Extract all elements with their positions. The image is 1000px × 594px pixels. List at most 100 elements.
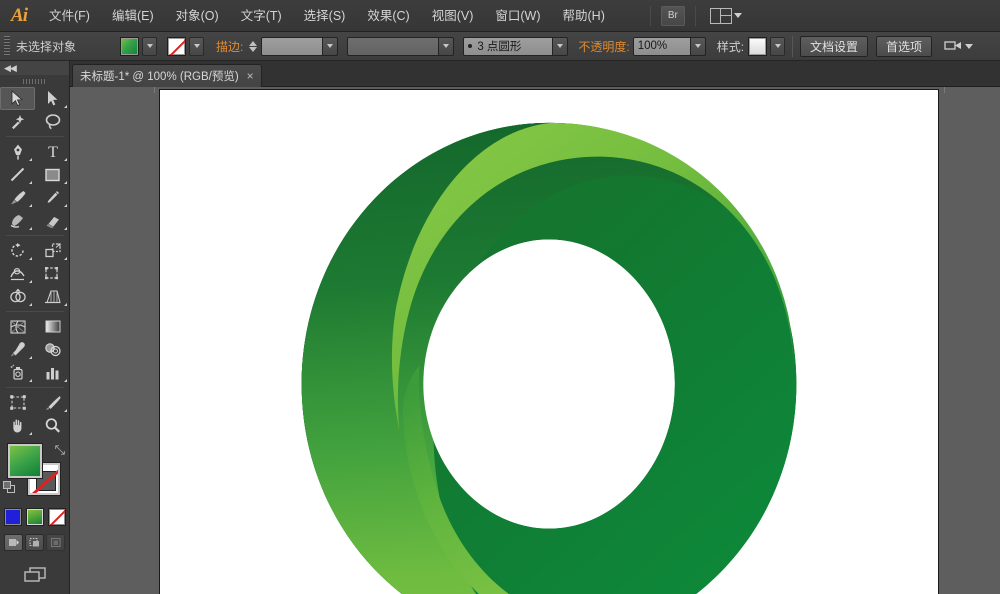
scale-tool[interactable]: [35, 239, 70, 262]
menu-select[interactable]: 选择(S): [293, 0, 357, 32]
draw-inside-button[interactable]: [46, 534, 65, 551]
symbol-sprayer-tool[interactable]: [0, 361, 35, 384]
illustrator-window: Ai 文件(F) 编辑(E) 对象(O) 文字(T) 选择(S) 效果(C) 视…: [0, 0, 1000, 594]
fill-control[interactable]: [120, 37, 157, 56]
stroke-dropdown-button[interactable]: [189, 37, 204, 56]
change-screen-mode-button[interactable]: [22, 565, 48, 590]
control-bar-grip[interactable]: [4, 36, 10, 56]
perspective-grid-tool[interactable]: [35, 285, 70, 308]
paintbrush-tool[interactable]: [0, 186, 35, 209]
brush-dot-icon: [468, 44, 472, 48]
double-chevron-left-icon[interactable]: ◀◀: [4, 63, 16, 74]
magic-wand-tool[interactable]: [0, 110, 35, 133]
selection-tool[interactable]: [0, 87, 35, 110]
brush-definition-combo[interactable]: 3 点圆形: [463, 37, 568, 56]
tools-panel-header[interactable]: ◀◀: [0, 61, 69, 75]
shape-builder-tool[interactable]: [0, 285, 35, 308]
stroke-weight-dropdown[interactable]: [323, 37, 338, 56]
slice-tool[interactable]: [35, 391, 70, 414]
pen-tool[interactable]: [0, 140, 35, 163]
opacity-dropdown[interactable]: [691, 37, 706, 56]
graphic-style-swatch[interactable]: [748, 37, 767, 56]
control-bar: 未选择对象 描边: 3 点圆形: [0, 32, 1000, 61]
hand-tool[interactable]: [0, 414, 35, 437]
artboard-tool[interactable]: [0, 391, 35, 414]
color-mode-buttons: [0, 508, 69, 526]
opacity-combo[interactable]: 100%: [633, 37, 706, 56]
opacity-label[interactable]: 不透明度:: [578, 38, 629, 55]
align-control[interactable]: [944, 39, 973, 53]
brush-definition-field[interactable]: 3 点圆形: [463, 37, 553, 56]
stroke-weight-stepper[interactable]: [249, 41, 257, 52]
direct-selection-tool[interactable]: [35, 87, 70, 110]
rectangle-tool[interactable]: [35, 163, 70, 186]
swap-fill-stroke-icon[interactable]: ⤡: [55, 442, 65, 458]
menu-divider: [650, 6, 651, 26]
default-fill-stroke-icon[interactable]: [3, 481, 16, 494]
green-ring-logo[interactable]: [160, 90, 938, 594]
none-mode-button[interactable]: [48, 508, 66, 526]
bridge-button[interactable]: Br: [661, 6, 685, 26]
align-chevron-down-icon: [965, 44, 973, 49]
arrange-documents-button[interactable]: [706, 8, 746, 24]
canvas-area[interactable]: [70, 87, 1000, 594]
line-segment-tool[interactable]: [0, 163, 35, 186]
arrange-documents-icon: [710, 8, 732, 24]
graphic-style-control[interactable]: [748, 37, 785, 56]
blend-tool[interactable]: [35, 338, 70, 361]
gradient-mode-button[interactable]: [26, 508, 44, 526]
zoom-tool[interactable]: [35, 414, 70, 437]
chevron-down-icon: [734, 13, 742, 18]
eyedropper-tool[interactable]: [0, 338, 35, 361]
fill-stroke-widget: ⤡: [0, 441, 69, 505]
draw-behind-button[interactable]: [25, 534, 44, 551]
menu-edit[interactable]: 编辑(E): [101, 0, 165, 32]
rotate-tool[interactable]: [0, 239, 35, 262]
artboard[interactable]: [159, 89, 939, 594]
width-tool[interactable]: [0, 262, 35, 285]
menu-window[interactable]: 窗口(W): [484, 0, 551, 32]
lasso-tool[interactable]: [35, 110, 70, 133]
type-tool[interactable]: T: [35, 140, 70, 163]
blob-brush-tool[interactable]: [0, 209, 35, 232]
fill-dropdown-button[interactable]: [142, 37, 157, 56]
tools-panel-grip[interactable]: [0, 75, 69, 87]
opacity-field[interactable]: 100%: [633, 37, 691, 56]
column-graph-tool[interactable]: [35, 361, 70, 384]
tool-grid: T: [0, 87, 69, 437]
fill-swatch[interactable]: [120, 37, 139, 56]
stroke-weight-label[interactable]: 描边:: [216, 38, 243, 55]
document-setup-button[interactable]: 文档设置: [800, 36, 868, 57]
stroke-profile-combo[interactable]: [347, 37, 454, 56]
menu-object[interactable]: 对象(O): [165, 0, 230, 32]
document-tab[interactable]: 未标题-1* @ 100% (RGB/预览) ×: [72, 64, 262, 87]
menu-view[interactable]: 视图(V): [421, 0, 485, 32]
tool-divider: [6, 136, 64, 137]
mesh-tool[interactable]: [0, 315, 35, 338]
free-transform-tool[interactable]: [35, 262, 70, 285]
fill-color-box[interactable]: [8, 444, 42, 478]
brush-definition-dropdown[interactable]: [553, 37, 568, 56]
stroke-swatch[interactable]: [167, 37, 186, 56]
close-icon[interactable]: ×: [247, 70, 254, 82]
pencil-tool[interactable]: [35, 186, 70, 209]
menu-type[interactable]: 文字(T): [230, 0, 293, 32]
draw-normal-button[interactable]: [4, 534, 23, 551]
stroke-control[interactable]: [167, 37, 204, 56]
screen-mode-icon: [22, 565, 48, 585]
stroke-weight-combo[interactable]: [261, 37, 338, 56]
menu-effect[interactable]: 效果(C): [356, 0, 420, 32]
stroke-profile-dropdown[interactable]: [439, 37, 454, 56]
stroke-profile-field[interactable]: [347, 37, 439, 56]
menu-file[interactable]: 文件(F): [38, 0, 101, 32]
menu-help[interactable]: 帮助(H): [552, 0, 616, 32]
svg-text:T: T: [48, 144, 58, 160]
gradient-tool[interactable]: [35, 315, 70, 338]
graphic-style-dropdown[interactable]: [770, 37, 785, 56]
screen-mode-control: [0, 565, 69, 590]
eraser-tool[interactable]: [35, 209, 70, 232]
tool-divider-2: [6, 235, 64, 236]
preferences-button[interactable]: 首选项: [876, 36, 932, 57]
stroke-weight-field[interactable]: [261, 37, 323, 56]
color-mode-button[interactable]: [4, 508, 22, 526]
